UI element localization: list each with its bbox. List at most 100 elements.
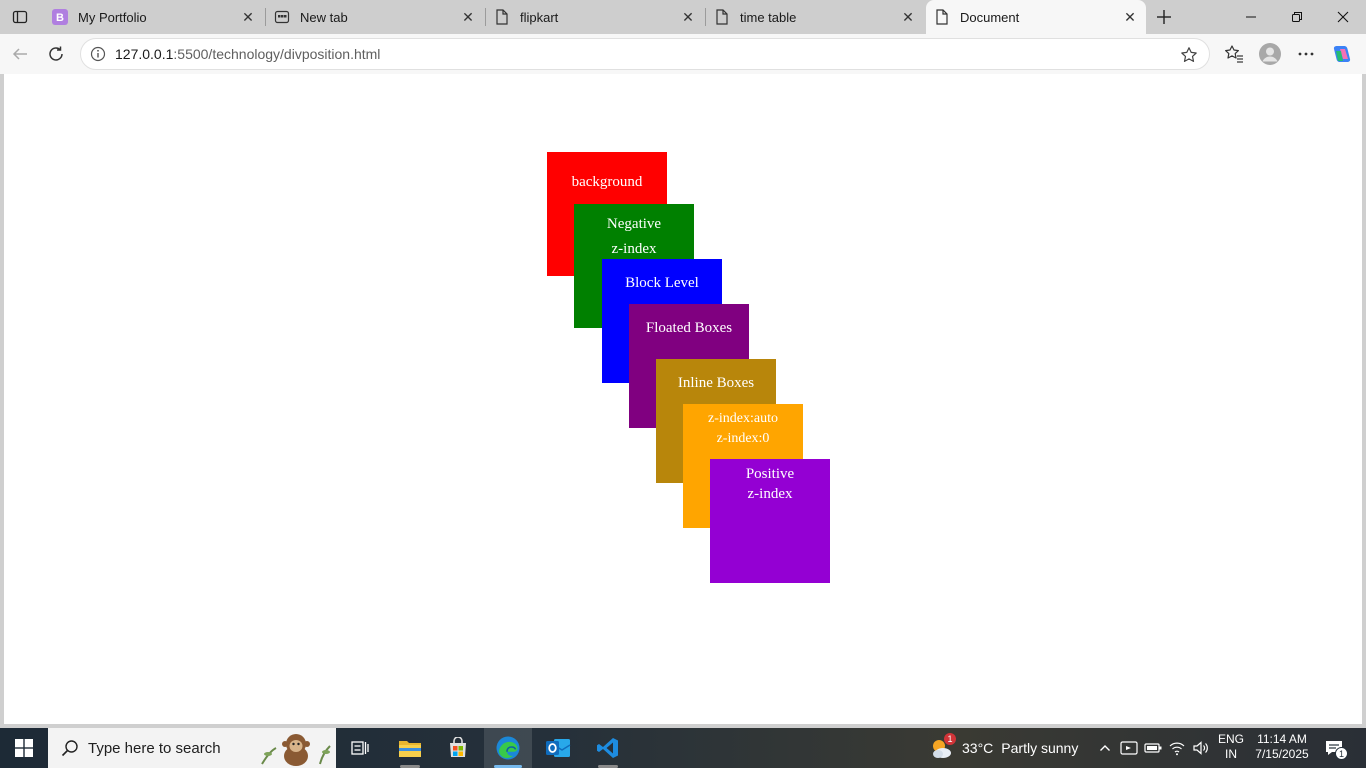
box-label: Block Level <box>625 275 699 291</box>
taskbar-outlook[interactable] <box>534 728 582 768</box>
taskbar-edge-browser[interactable] <box>484 728 532 768</box>
page-viewport: background Negative z-index Block Level … <box>4 74 1362 724</box>
tab-title: Document <box>960 9 1020 25</box>
search-placeholder: Type here to search <box>88 739 221 757</box>
lang-line1: ENG <box>1217 732 1244 746</box>
wifi-icon <box>1169 742 1185 756</box>
tab-actions-icon <box>12 10 28 24</box>
tray-volume[interactable] <box>1189 728 1213 768</box>
box-label: z-index:0 <box>716 431 770 446</box>
address-bar[interactable]: 127.0.0.1:5500/technology/divposition.ht… <box>80 38 1210 70</box>
back-button[interactable] <box>6 40 34 68</box>
tab-actions-button[interactable] <box>8 6 32 28</box>
taskbar-microsoft-store[interactable] <box>434 728 482 768</box>
outlook-icon <box>546 739 571 757</box>
close-tab-icon[interactable]: ✕ <box>680 9 696 25</box>
tab-title: My Portfolio <box>78 9 147 25</box>
close-icon <box>1337 11 1349 23</box>
task-view-button[interactable] <box>336 728 384 768</box>
tab-title: flipkart <box>520 9 559 25</box>
refresh-button[interactable] <box>42 40 70 68</box>
notification-center-button[interactable]: 1 <box>1320 734 1348 762</box>
partly-sunny-icon: 1 <box>928 733 956 761</box>
favorites-icon <box>1225 45 1243 63</box>
site-info-icon[interactable] <box>89 45 107 63</box>
favorites-button[interactable] <box>1220 40 1248 68</box>
close-tab-icon[interactable]: ✕ <box>460 9 476 25</box>
tab-strip: B My Portfolio ✕ New tab ✕ flipkart ✕ ti… <box>0 0 1366 34</box>
taskbar-search-box[interactable]: Type here to search <box>48 728 336 768</box>
taskbar-clock[interactable]: 11:14 AM 7/15/2025 <box>1250 732 1314 762</box>
taskbar-file-explorer[interactable] <box>386 728 434 768</box>
notification-count-badge: 1 <box>1335 747 1348 760</box>
box-label: Positive <box>745 466 795 482</box>
volume-icon <box>1193 741 1208 755</box>
box-label: background <box>571 174 643 190</box>
close-window-button[interactable] <box>1320 0 1366 34</box>
tab-flipkart[interactable]: flipkart ✕ <box>486 0 704 34</box>
start-button[interactable] <box>0 728 48 768</box>
show-hidden-icons-button[interactable] <box>1093 728 1117 768</box>
weather-badge: 1 <box>944 733 956 745</box>
page-icon <box>494 9 510 25</box>
minimize-icon <box>1246 16 1256 18</box>
tab-new-tab[interactable]: New tab ✕ <box>266 0 484 34</box>
tray-wifi[interactable] <box>1165 728 1189 768</box>
input-language-indicator[interactable]: ENG IN <box>1216 732 1246 762</box>
back-arrow-icon <box>12 48 27 60</box>
svg-text:B: B <box>56 12 64 24</box>
vscode-icon <box>597 738 618 758</box>
url-text[interactable]: 127.0.0.1:5500/technology/divposition.ht… <box>115 46 380 62</box>
plus-icon <box>1157 10 1171 24</box>
box-label: Negative <box>606 216 662 232</box>
clock-time: 11:14 AM <box>1257 732 1307 746</box>
microsoft-store-icon <box>450 737 466 757</box>
url-host: 127.0.0.1 <box>115 46 174 62</box>
more-dots-icon <box>1298 52 1314 56</box>
windows-logo-icon <box>15 739 33 757</box>
lang-line2: IN <box>1225 747 1237 761</box>
tab-document[interactable]: Document ✕ <box>926 0 1146 34</box>
tab-title: New tab <box>300 9 348 25</box>
restore-icon <box>1292 12 1302 22</box>
page-icon <box>934 9 950 25</box>
tab-time-table[interactable]: time table ✕ <box>706 0 924 34</box>
profile-avatar-icon <box>1259 43 1281 65</box>
taskbar: Type here to search 1 33°C Partly sunny <box>0 728 1366 768</box>
weather-desc: Partly sunny <box>1001 740 1079 756</box>
box-label: Inline Boxes <box>677 375 755 391</box>
task-view-icon <box>351 741 369 755</box>
close-tab-icon[interactable]: ✕ <box>240 9 256 25</box>
copilot-button[interactable] <box>1328 40 1356 68</box>
chevron-up-icon <box>1100 745 1110 751</box>
box-label: z-index <box>747 486 793 502</box>
weather-temp: 33°C <box>962 740 994 756</box>
favorite-star-icon[interactable] <box>1179 45 1199 65</box>
meet-now-icon <box>1120 741 1138 755</box>
minimize-button[interactable] <box>1228 0 1274 34</box>
page-icon <box>714 9 730 25</box>
close-tab-icon[interactable]: ✕ <box>900 9 916 25</box>
settings-menu-button[interactable] <box>1292 40 1320 68</box>
new-tab-button[interactable] <box>1152 5 1176 29</box>
browser-toolbar: 127.0.0.1:5500/technology/divposition.ht… <box>0 34 1366 74</box>
taskbar-vscode[interactable] <box>584 728 632 768</box>
tab-my-portfolio[interactable]: B My Portfolio ✕ <box>44 0 264 34</box>
tab-title: time table <box>740 9 797 25</box>
copilot-icon <box>1333 46 1351 62</box>
tray-battery[interactable] <box>1141 728 1165 768</box>
close-tab-icon[interactable]: ✕ <box>1122 9 1138 25</box>
restore-button[interactable] <box>1274 0 1320 34</box>
search-icon <box>60 738 80 758</box>
weather-widget[interactable]: 1 33°C Partly sunny <box>928 728 1078 768</box>
edge-browser-icon <box>496 736 520 760</box>
tray-meet-now[interactable] <box>1117 728 1141 768</box>
file-explorer-icon <box>399 741 421 757</box>
url-path: :5500/technology/divposition.html <box>173 46 381 62</box>
box-positive-z-index: Positive z-index <box>710 459 830 583</box>
battery-icon <box>1144 743 1162 753</box>
newtab-icon <box>274 9 290 25</box>
profile-button[interactable] <box>1256 40 1284 68</box>
clock-date: 7/15/2025 <box>1255 747 1309 761</box>
bootstrap-icon: B <box>52 9 68 25</box>
